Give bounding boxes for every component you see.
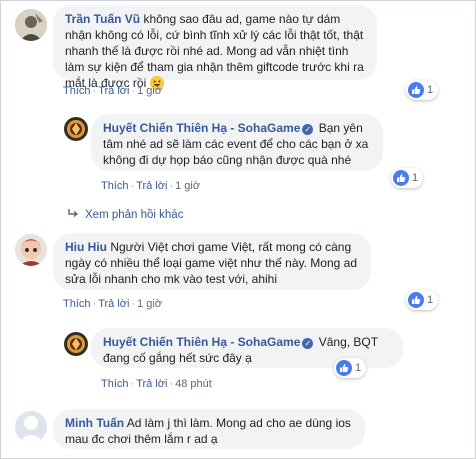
comment-author[interactable]: Trần Tuấn Vũ xyxy=(65,12,140,26)
reply-link[interactable]: Trả lời xyxy=(136,180,167,192)
avatar[interactable] xyxy=(15,411,47,443)
like-link[interactable]: Thích xyxy=(63,85,91,97)
reply-time[interactable]: 48 phút xyxy=(175,378,212,390)
reply-actions: Thích · Trả lời · 1 giờ xyxy=(101,180,201,192)
avatar[interactable] xyxy=(15,234,47,266)
comment-time[interactable]: 1 giờ xyxy=(137,85,162,97)
like-count-badge[interactable]: 1 xyxy=(391,168,424,188)
like-count: 1 xyxy=(355,362,362,374)
page-avatar[interactable] xyxy=(64,117,88,141)
comment-thread: Trần Tuấn Vũ không sao đâu ad, game nào … xyxy=(0,0,476,459)
avatar[interactable] xyxy=(15,9,47,41)
like-count: 1 xyxy=(427,84,434,96)
thumbs-up-icon xyxy=(336,360,352,376)
like-count-badge[interactable]: 1 xyxy=(406,80,439,100)
reply-arrow-icon xyxy=(67,208,79,221)
thumbs-up-icon xyxy=(393,170,409,186)
reply-link[interactable]: Trả lời xyxy=(98,298,129,310)
like-link[interactable]: Thích xyxy=(101,378,129,390)
verified-badge-icon: ✓ xyxy=(302,338,314,349)
like-count: 1 xyxy=(427,294,434,306)
thumbs-up-icon xyxy=(408,292,424,308)
like-link[interactable]: Thích xyxy=(63,298,91,310)
comment-actions: Thích · Trả lời · 1 giờ xyxy=(63,298,163,310)
comment-bubble: Trần Tuấn Vũ không sao đâu ad, game nào … xyxy=(53,5,377,90)
comment-time[interactable]: 1 giờ xyxy=(137,298,162,310)
reply-author[interactable]: Huyết Chiến Thiên Hạ - SohaGame xyxy=(103,121,300,135)
comment-bubble: Minh Tuấn Ad làm j thì làm. Mong ad cho … xyxy=(53,409,365,449)
like-count-badge[interactable]: 1 xyxy=(406,290,439,310)
reply-author[interactable]: Huyết Chiến Thiên Hạ - SohaGame xyxy=(103,335,300,349)
reply-actions: Thích · Trả lời · 48 phút xyxy=(101,378,212,390)
reply-link[interactable]: Trả lời xyxy=(98,85,129,97)
reply-time[interactable]: 1 giờ xyxy=(175,180,200,192)
reply-link[interactable]: Trả lời xyxy=(136,378,167,390)
view-more-label[interactable]: Xem phản hồi khác xyxy=(85,209,183,221)
view-more-replies-link[interactable]: Xem phản hồi khác xyxy=(67,208,183,221)
reply-bubble: Huyết Chiến Thiên Hạ - SohaGame ✓ Bạn yên… xyxy=(91,114,383,171)
comment-text: Người Việt chơi game Việt, rất mong có c… xyxy=(65,240,358,286)
comment-bubble: Hiu Hiu Người Việt chơi game Việt, rất m… xyxy=(53,233,371,290)
like-count-badge[interactable]: 1 xyxy=(334,358,367,378)
thumbs-up-icon xyxy=(408,82,424,98)
like-count: 1 xyxy=(412,172,419,184)
page-avatar[interactable] xyxy=(64,332,88,356)
comment-author[interactable]: Hiu Hiu xyxy=(65,240,107,254)
comment-author[interactable]: Minh Tuấn xyxy=(65,416,124,430)
verified-badge-icon: ✓ xyxy=(302,124,314,135)
like-link[interactable]: Thích xyxy=(101,180,129,192)
comment-actions: Thích · Trả lời · 1 giờ xyxy=(63,85,163,97)
